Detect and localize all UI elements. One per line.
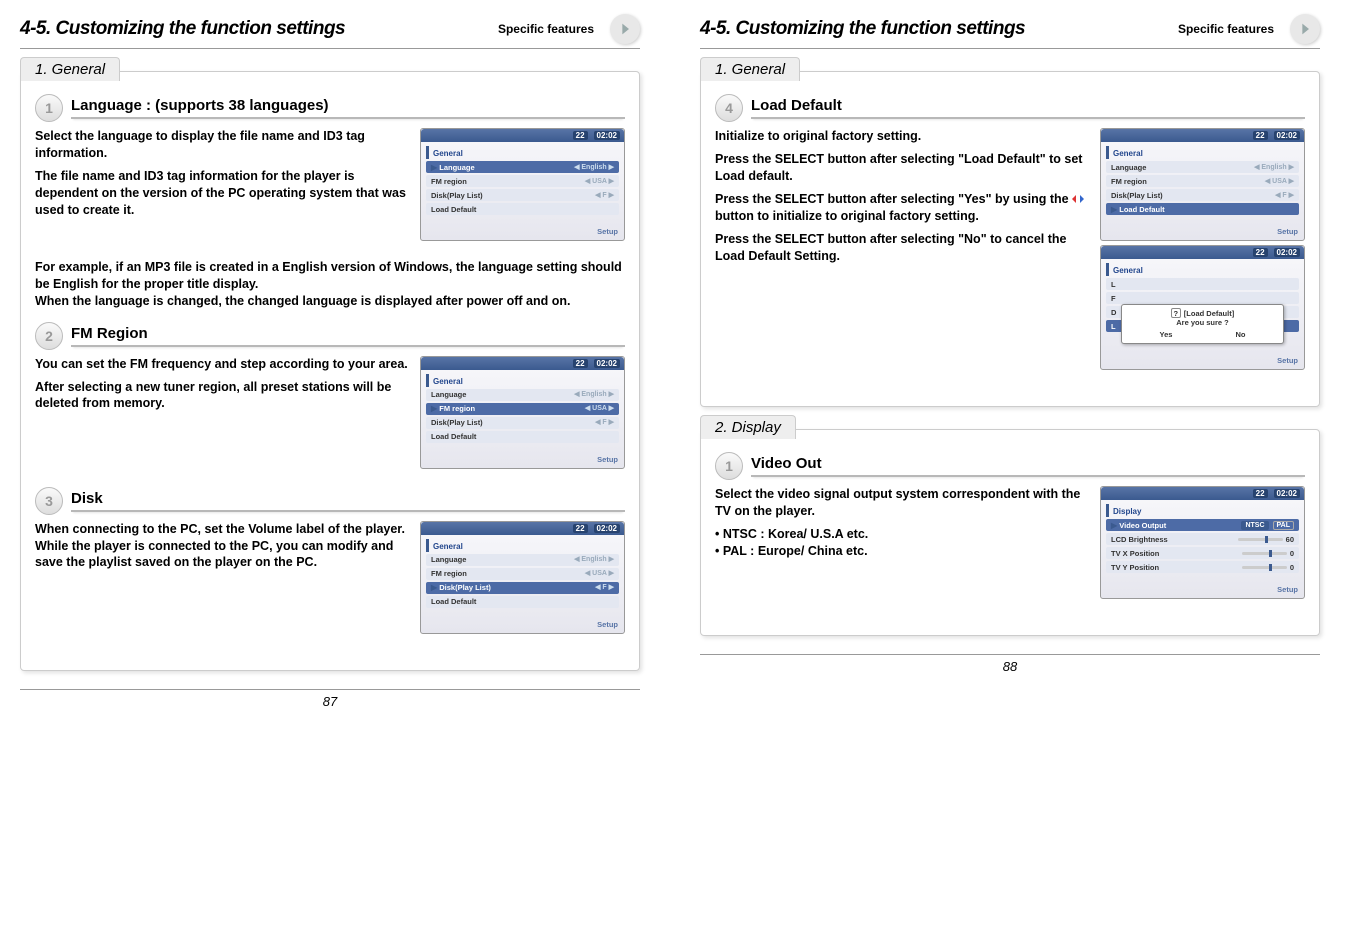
item-load-default-header: 4 Load Default <box>715 94 1305 122</box>
next-arrow-icon-r <box>1290 14 1320 44</box>
page-number-left: 87 <box>20 689 640 709</box>
item-video-out-header: 1 Video Out <box>715 452 1305 480</box>
lcd-display: 2202:02 Display ▶ Video Output NTSCPAL L… <box>1100 486 1305 599</box>
item-fm-header: 2 FM Region <box>35 322 625 350</box>
card-display: 2. Display 1 Video Out Select the video … <box>700 429 1320 636</box>
item-language-text: Select the language to display the file … <box>35 128 410 245</box>
page-header: 4-5. Customizing the function settings S… <box>20 10 640 49</box>
badge-2: 2 <box>35 322 63 350</box>
tab-general-r: 1. General <box>700 57 800 81</box>
item-fm-title: FM Region <box>71 325 625 347</box>
lcd-general-disk: 2202:02 General Language◀ English ▶ FM r… <box>420 521 625 634</box>
page-left: 4-5. Customizing the function settings S… <box>20 10 640 709</box>
item-language-header: 1 Language : (supports 38 languages) <box>35 94 625 122</box>
section-title-r: 4-5. Customizing the function settings <box>700 18 1025 40</box>
lcd-general-language: 2202:02 General ▶ Language◀ English ▶ FM… <box>420 128 625 241</box>
item-disk-header: 3 Disk <box>35 487 625 515</box>
confirm-popup: ?[Load Default] Are you sure ? YesNo <box>1121 304 1284 344</box>
page-right: 4-5. Customizing the function settings S… <box>700 10 1320 709</box>
lcd-load-default: 2202:02 General Language◀ English ▶ FM r… <box>1100 128 1305 241</box>
lcd-general-fm: 2202:02 General Language◀ English ▶ ▶ FM… <box>420 356 625 469</box>
tab-display: 2. Display <box>700 415 796 439</box>
next-arrow-icon <box>610 14 640 44</box>
badge-1: 1 <box>35 94 63 122</box>
item-disk-text: When connecting to the PC, set the Volum… <box>35 521 410 638</box>
item-video-out-text: Select the video signal output system co… <box>715 486 1090 603</box>
card-general-r: 1. General 4 Load Default Initialize to … <box>700 71 1320 407</box>
item-load-default-title: Load Default <box>751 97 1305 119</box>
lcd-load-default-confirm: 2202:02 General L F D L ?[Load Default] … <box>1100 245 1305 370</box>
item-language-title: Language : (supports 38 languages) <box>71 97 625 119</box>
page-number-right: 88 <box>700 654 1320 674</box>
specific-features-tag: Specific features <box>498 22 594 36</box>
card-general: 1. General 1 Language : (supports 38 lan… <box>20 71 640 671</box>
section-title: 4-5. Customizing the function settings <box>20 18 345 40</box>
item-load-default-text: Initialize to original factory setting. … <box>715 128 1090 374</box>
item-video-out-title: Video Out <box>751 455 1305 477</box>
tab-general: 1. General <box>20 57 120 81</box>
specific-features-tag-r: Specific features <box>1178 22 1274 36</box>
item-fm-text: You can set the FM frequency and step ac… <box>35 356 410 473</box>
item-language-extra: For example, if an MP3 file is created i… <box>35 259 625 310</box>
page-header-right: 4-5. Customizing the function settings S… <box>700 10 1320 49</box>
left-right-arrow-icon <box>1072 191 1088 208</box>
item-disk-title: Disk <box>71 490 625 512</box>
badge-4: 4 <box>715 94 743 122</box>
badge-3: 3 <box>35 487 63 515</box>
badge-1b: 1 <box>715 452 743 480</box>
